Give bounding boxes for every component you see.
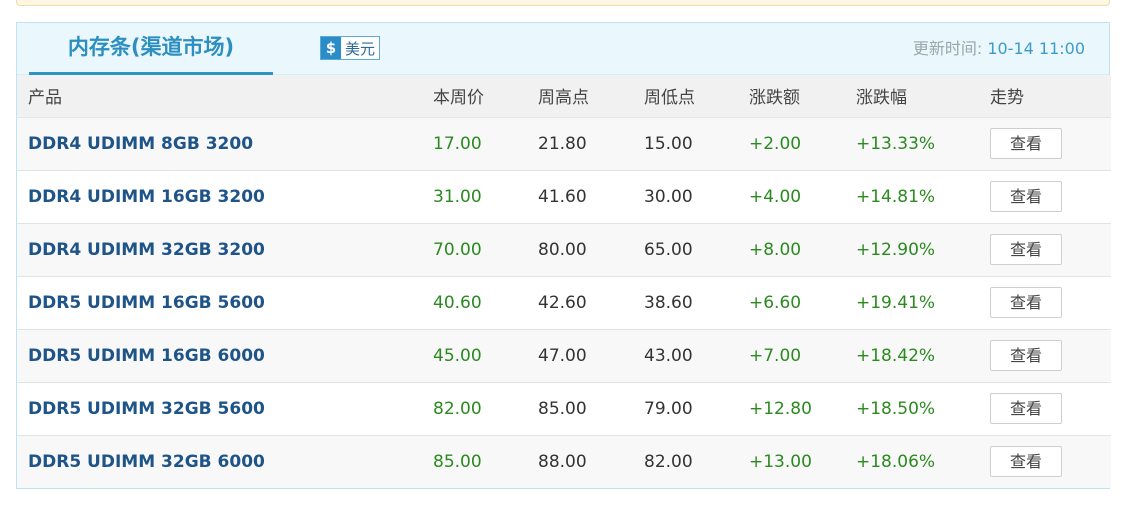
- week-price: 82.00: [422, 382, 527, 436]
- column-header-product: 产品: [17, 75, 422, 118]
- product-name[interactable]: DDR5 UDIMM 16GB 5600: [17, 276, 422, 330]
- column-header-trend: 走势: [979, 75, 1111, 118]
- week-price: 45.00: [422, 329, 527, 383]
- update-time-value: 10-14 11:00: [987, 39, 1085, 58]
- price-change: +2.00: [738, 117, 845, 171]
- price-change: +12.80: [738, 382, 845, 436]
- price-change-pct: +18.06%: [845, 435, 979, 488]
- price-change-pct: +18.42%: [845, 329, 979, 383]
- product-name[interactable]: DDR4 UDIMM 8GB 3200: [17, 117, 422, 171]
- view-trend-button[interactable]: 查看: [990, 287, 1062, 318]
- week-price: 17.00: [422, 117, 527, 171]
- table-row: DDR5 UDIMM 32GB 5600 82.00 85.00 79.00 +…: [17, 382, 1111, 436]
- week-price: 85.00: [422, 435, 527, 488]
- table-row: DDR4 UDIMM 16GB 3200 31.00 41.60 30.00 +…: [17, 170, 1111, 224]
- trend-cell: 查看: [979, 329, 1111, 383]
- week-high: 42.60: [527, 276, 633, 330]
- top-banner-strip: [16, 0, 1110, 6]
- product-name[interactable]: DDR4 UDIMM 32GB 3200: [17, 223, 422, 277]
- week-high: 80.00: [527, 223, 633, 277]
- price-change-pct: +19.41%: [845, 276, 979, 330]
- trend-cell: 查看: [979, 382, 1111, 436]
- price-change-pct: +18.50%: [845, 382, 979, 436]
- view-trend-button[interactable]: 查看: [990, 128, 1062, 159]
- price-change: +6.60: [738, 276, 845, 330]
- product-name[interactable]: DDR5 UDIMM 16GB 6000: [17, 329, 422, 383]
- product-name[interactable]: DDR5 UDIMM 32GB 5600: [17, 382, 422, 436]
- week-price: 40.60: [422, 276, 527, 330]
- table-row: DDR5 UDIMM 16GB 5600 40.60 42.60 38.60 +…: [17, 276, 1111, 330]
- panel-title-tab[interactable]: 内存条(渠道市场): [29, 23, 273, 75]
- trend-cell: 查看: [979, 276, 1111, 330]
- column-header-change: 涨跌额: [738, 75, 845, 118]
- price-change: +7.00: [738, 329, 845, 383]
- update-time: 更新时间: 10-14 11:00: [913, 23, 1085, 75]
- week-low: 38.60: [633, 276, 738, 330]
- price-change: +8.00: [738, 223, 845, 277]
- week-low: 79.00: [633, 382, 738, 436]
- price-change: +13.00: [738, 435, 845, 488]
- column-header-low: 周低点: [633, 75, 738, 118]
- table-header-row: 产品 本周价 周高点 周低点 涨跌额 涨跌幅 走势: [17, 75, 1111, 118]
- week-low: 82.00: [633, 435, 738, 488]
- week-low: 30.00: [633, 170, 738, 224]
- product-name[interactable]: DDR5 UDIMM 32GB 6000: [17, 435, 422, 488]
- view-trend-button[interactable]: 查看: [990, 393, 1062, 424]
- week-price: 31.00: [422, 170, 527, 224]
- week-high: 47.00: [527, 329, 633, 383]
- price-change-pct: +14.81%: [845, 170, 979, 224]
- price-change-pct: +13.33%: [845, 117, 979, 171]
- column-header-high: 周高点: [527, 75, 633, 118]
- week-price: 70.00: [422, 223, 527, 277]
- week-high: 21.80: [527, 117, 633, 171]
- view-trend-button[interactable]: 查看: [990, 446, 1062, 478]
- table-row: DDR5 UDIMM 16GB 6000 45.00 47.00 43.00 +…: [17, 329, 1111, 383]
- product-name[interactable]: DDR4 UDIMM 16GB 3200: [17, 170, 422, 224]
- currency-label: 美元: [345, 39, 376, 58]
- price-table: 产品 本周价 周高点 周低点 涨跌额 涨跌幅 走势 DDR4 UDIMM 8GB…: [17, 75, 1111, 488]
- week-high: 88.00: [527, 435, 633, 488]
- trend-cell: 查看: [979, 435, 1111, 488]
- dollar-icon: $: [321, 37, 341, 59]
- table-row: DDR4 UDIMM 8GB 3200 17.00 21.80 15.00 +2…: [17, 117, 1111, 171]
- trend-cell: 查看: [979, 117, 1111, 171]
- price-change: +4.00: [738, 170, 845, 224]
- week-low: 15.00: [633, 117, 738, 171]
- week-high: 85.00: [527, 382, 633, 436]
- table-row: DDR5 UDIMM 32GB 6000 85.00 88.00 82.00 +…: [17, 435, 1111, 488]
- table-row: DDR4 UDIMM 32GB 3200 70.00 80.00 65.00 +…: [17, 223, 1111, 277]
- view-trend-button[interactable]: 查看: [990, 340, 1062, 371]
- view-trend-button[interactable]: 查看: [990, 181, 1062, 212]
- memory-price-panel: 内存条(渠道市场) $ 美元 更新时间: 10-14 11:00 产品 本周价 …: [16, 22, 1111, 489]
- column-header-price: 本周价: [422, 75, 527, 118]
- week-low: 43.00: [633, 329, 738, 383]
- column-header-change-pct: 涨跌幅: [845, 75, 979, 118]
- week-high: 41.60: [527, 170, 633, 224]
- update-time-label: 更新时间:: [912, 39, 983, 58]
- currency-toggle[interactable]: $ 美元: [320, 36, 381, 60]
- trend-cell: 查看: [979, 223, 1111, 277]
- panel-header: 内存条(渠道市场) $ 美元 更新时间: 10-14 11:00: [17, 23, 1109, 75]
- view-trend-button[interactable]: 查看: [990, 234, 1062, 265]
- price-change-pct: +12.90%: [845, 223, 979, 277]
- week-low: 65.00: [633, 223, 738, 277]
- trend-cell: 查看: [979, 170, 1111, 224]
